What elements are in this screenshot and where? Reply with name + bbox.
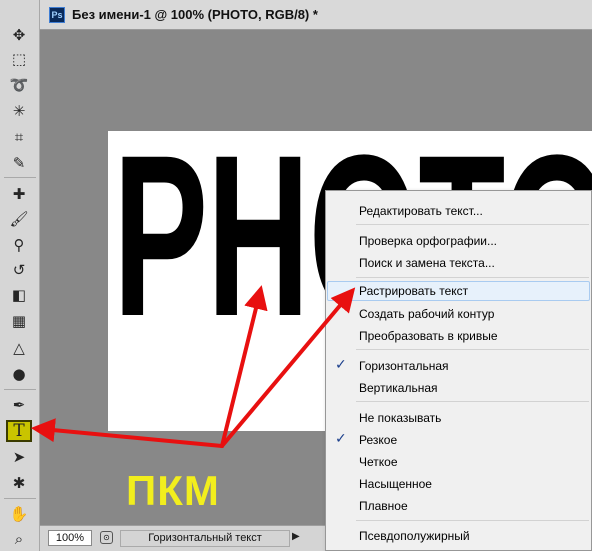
menu-item-vertical[interactable]: Вертикальная bbox=[327, 378, 590, 398]
history-brush-tool-icon[interactable]: ↺ bbox=[6, 259, 32, 281]
custom-shape-tool-icon[interactable]: ✱ bbox=[6, 472, 32, 494]
menu-item-antialias-crisp[interactable]: Четкое bbox=[327, 452, 590, 472]
menu-item-rasterize-text[interactable]: Растрировать текст bbox=[327, 281, 590, 301]
document-info-icon[interactable]: ⊙ bbox=[100, 531, 113, 544]
menu-separator bbox=[356, 349, 589, 350]
menu-item-create-work-path[interactable]: Создать рабочий контур bbox=[327, 304, 590, 324]
menu-item-label: Не показывать bbox=[359, 411, 442, 425]
blur-tool-icon[interactable]: △ bbox=[6, 337, 32, 359]
hand-tool-icon[interactable]: ✋ bbox=[6, 503, 32, 525]
lasso-tool-icon[interactable]: ➰ bbox=[6, 74, 32, 96]
crop-tool-icon[interactable]: ⌗ bbox=[6, 126, 32, 148]
menu-item-faux-bold[interactable]: Псевдополужирный bbox=[327, 526, 590, 546]
zoom-field[interactable]: 100% bbox=[48, 530, 92, 546]
menu-item-label: Проверка орфографии... bbox=[359, 234, 497, 248]
menu-item-label: Насыщенное bbox=[359, 477, 432, 491]
menu-item-label: Преобразовать в кривые bbox=[359, 329, 498, 343]
tools-divider bbox=[4, 498, 36, 499]
zoom-tool-icon[interactable]: ⌕ bbox=[6, 528, 32, 550]
tools-panel: ✥ ⬚ ➰ ✳ ⌗ ✎ ✚ 🖌 ⚲ ↺ ◧ ▦ △ ● ✒ T ➤ ✱ ✋ ⌕ bbox=[0, 0, 40, 551]
pen-tool-icon[interactable]: ✒ bbox=[6, 394, 32, 416]
context-menu: Редактировать текст... Проверка орфограф… bbox=[325, 190, 592, 551]
menu-item-antialias-none[interactable]: Не показывать bbox=[327, 408, 590, 428]
menu-separator bbox=[356, 277, 589, 278]
menu-item-antialias-strong[interactable]: Насыщенное bbox=[327, 474, 590, 494]
menu-item-convert-to-shape[interactable]: Преобразовать в кривые bbox=[327, 326, 590, 346]
annotation-label: ПКМ bbox=[126, 467, 220, 514]
menu-item-label: Поиск и замена текста... bbox=[359, 256, 495, 270]
menu-item-label: Резкое bbox=[359, 433, 398, 447]
menu-item-horizontal[interactable]: ✓ Горизонтальная bbox=[327, 356, 590, 376]
status-info-text: Горизонтальный текст bbox=[120, 530, 290, 547]
clone-stamp-tool-icon[interactable]: ⚲ bbox=[6, 234, 32, 256]
menu-item-label: Псевдополужирный bbox=[359, 529, 470, 543]
eyedropper-tool-icon[interactable]: ✎ bbox=[6, 152, 32, 174]
menu-item-find-replace[interactable]: Поиск и замена текста... bbox=[327, 253, 590, 273]
healing-brush-tool-icon[interactable]: ✚ bbox=[6, 183, 32, 205]
tools-divider bbox=[4, 177, 36, 178]
menu-item-spell-check[interactable]: Проверка орфографии... bbox=[327, 231, 590, 251]
menu-item-label: Редактировать текст... bbox=[359, 204, 483, 218]
menu-item-label: Создать рабочий контур bbox=[359, 307, 495, 321]
brush-tool-icon[interactable]: 🖌 bbox=[6, 208, 32, 230]
document-tab[interactable]: Ps Без имени-1 @ 100% (PHOTO, RGB/8) * bbox=[40, 0, 592, 30]
magic-wand-tool-icon[interactable]: ✳ bbox=[6, 100, 32, 122]
dodge-tool-icon[interactable]: ● bbox=[6, 363, 32, 385]
menu-item-label: Четкое bbox=[359, 455, 398, 469]
menu-item-antialias-smooth[interactable]: Плавное bbox=[327, 496, 590, 516]
menu-item-label: Горизонтальная bbox=[359, 359, 449, 373]
status-menu-arrow-icon[interactable]: ▶ bbox=[292, 531, 300, 542]
menu-item-label: Вертикальная bbox=[359, 381, 438, 395]
move-tool-icon[interactable]: ✥ bbox=[6, 24, 32, 46]
gradient-tool-icon[interactable]: ▦ bbox=[6, 310, 32, 332]
menu-item-label: Растрировать текст bbox=[359, 284, 469, 298]
photoshop-icon: Ps bbox=[49, 7, 65, 23]
menu-item-label: Плавное bbox=[359, 499, 408, 513]
marquee-tool-icon[interactable]: ⬚ bbox=[6, 48, 32, 70]
eraser-tool-icon[interactable]: ◧ bbox=[6, 284, 32, 306]
menu-separator bbox=[356, 401, 589, 402]
menu-item-edit-text[interactable]: Редактировать текст... bbox=[327, 201, 590, 221]
checkmark-icon: ✓ bbox=[335, 357, 347, 373]
tools-divider bbox=[4, 389, 36, 390]
document-title: Без имени-1 @ 100% (PHOTO, RGB/8) * bbox=[72, 7, 318, 22]
path-selection-tool-icon[interactable]: ➤ bbox=[6, 446, 32, 468]
menu-separator bbox=[356, 224, 589, 225]
menu-separator bbox=[356, 520, 589, 521]
checkmark-icon: ✓ bbox=[335, 431, 347, 447]
type-tool-icon[interactable]: T bbox=[6, 420, 32, 442]
menu-item-antialias-sharp[interactable]: ✓ Резкое bbox=[327, 430, 590, 450]
